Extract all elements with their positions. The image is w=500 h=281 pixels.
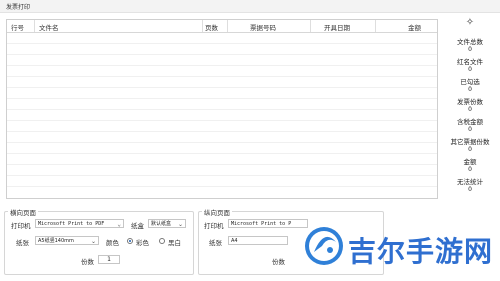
color-option-label[interactable]: 彩色 <box>136 237 149 247</box>
table-row <box>7 87 437 88</box>
stat-value: 0 <box>468 46 472 53</box>
title-bar: 发票打印 <box>0 0 500 13</box>
file-table[interactable]: 行号 文件名 页数 票据号码 开具日期 金额 <box>6 19 438 199</box>
stat-value: 0 <box>468 186 472 193</box>
table-row <box>7 120 437 121</box>
stat-other-receipts: 其它票据份数 0 <box>440 138 500 154</box>
stat-value: 0 <box>468 126 472 133</box>
column-divider <box>227 20 228 32</box>
stat-label: 文件总数 <box>457 38 483 46</box>
column-divider <box>310 20 311 32</box>
window-title: 发票打印 <box>6 4 31 11</box>
stat-total-files: 文件总数 0 <box>440 38 500 54</box>
stat-tax-amount: 含税金额 0 <box>440 118 500 134</box>
column-header-issue-date[interactable]: 开具日期 <box>324 22 350 32</box>
table-row <box>7 76 437 77</box>
landscape-printer-value: Microsoft Print to PDF <box>38 221 105 227</box>
chevron-down-icon: ⌄ <box>177 221 183 228</box>
landscape-paper-value: A5纸竖140mm <box>38 238 74 244</box>
table-row <box>7 98 437 99</box>
stat-label: 红名文件 <box>457 58 483 66</box>
stat-label: 发票份数 <box>457 98 483 106</box>
stat-value: 0 <box>468 86 472 93</box>
watermark-text: 吉尔手游网 <box>348 235 494 268</box>
portrait-paper-value: A4 <box>231 238 238 244</box>
table-row <box>7 186 437 187</box>
chevron-down-icon: ⌄ <box>117 221 121 228</box>
site-watermark: 吉尔手游网 <box>300 212 500 279</box>
column-header-row-no[interactable]: 行号 <box>11 22 24 32</box>
table-row <box>7 109 437 110</box>
landscape-paper-label: 纸张 <box>16 239 29 247</box>
table-row <box>7 54 437 55</box>
stat-checked: 已勾选 0 <box>440 78 500 94</box>
landscape-copies-value: 1 <box>107 256 111 263</box>
column-divider <box>34 20 35 32</box>
table-row <box>7 142 437 143</box>
landscape-tray-label: 纸盒 <box>131 222 144 230</box>
stat-value: 0 <box>468 166 472 173</box>
landscape-tray-value: 默认纸盒 <box>151 221 172 227</box>
table-row <box>7 43 437 44</box>
color-radio[interactable] <box>127 238 133 244</box>
gear-icon[interactable]: ✧ <box>463 16 477 30</box>
portrait-printer-label: 打印机 <box>204 222 224 230</box>
stat-label: 其它票据份数 <box>450 138 490 146</box>
column-header-invoice-no[interactable]: 票据号码 <box>250 22 276 32</box>
table-row <box>7 175 437 176</box>
portrait-paper-label: 纸张 <box>209 239 222 247</box>
landscape-printer-select[interactable]: Microsoft Print to PDF ⌄ <box>35 219 124 228</box>
stat-amount: 金额 0 <box>440 158 500 174</box>
landscape-tray-select[interactable]: 默认纸盒 ⌄ <box>148 219 186 228</box>
stat-red-files: 红名文件 0 <box>440 58 500 74</box>
stat-label: 已勾选 <box>460 78 480 86</box>
landscape-group-title: 横向页面 <box>8 207 38 217</box>
landscape-copies-label: 份数 <box>81 258 94 266</box>
table-row <box>7 153 437 154</box>
bw-option-label[interactable]: 黑白 <box>168 237 181 247</box>
landscape-color-label: 颜色 <box>106 239 119 247</box>
stat-invoice-count: 发票份数 0 <box>440 98 500 114</box>
table-row <box>7 164 437 165</box>
stat-value: 0 <box>468 146 472 153</box>
column-header-amount[interactable]: 金额 <box>408 22 421 32</box>
column-header-filename[interactable]: 文件名 <box>39 22 59 32</box>
landscape-copies-stepper[interactable]: 1 <box>98 255 120 264</box>
chevron-down-icon: ⌄ <box>90 238 96 245</box>
landscape-printer-label: 打印机 <box>11 222 31 230</box>
stat-value: 0 <box>468 66 472 73</box>
stat-value: 0 <box>468 106 472 113</box>
landscape-paper-select[interactable]: A5纸竖140mm ⌄ <box>35 236 99 245</box>
table-row <box>7 131 437 132</box>
portrait-group-title: 纵向页面 <box>202 207 232 217</box>
portrait-paper-select[interactable]: A4 <box>228 236 288 245</box>
portrait-printer-select[interactable]: Microsoft Print to P <box>228 219 308 228</box>
column-divider <box>202 20 203 32</box>
portrait-copies-label: 份数 <box>272 258 285 266</box>
table-header: 行号 文件名 页数 票据号码 开具日期 金额 <box>7 20 437 33</box>
bw-radio[interactable] <box>159 238 165 244</box>
portrait-printer-value: Microsoft Print to P <box>231 221 292 227</box>
table-row <box>7 65 437 66</box>
column-divider <box>375 20 376 32</box>
column-header-pages[interactable]: 页数 <box>205 22 218 32</box>
stat-label: 无法统计 <box>457 178 483 186</box>
stat-label: 含税金额 <box>457 118 483 126</box>
stat-uncountable: 无法统计 0 <box>440 178 500 194</box>
stat-label: 金额 <box>463 158 477 166</box>
